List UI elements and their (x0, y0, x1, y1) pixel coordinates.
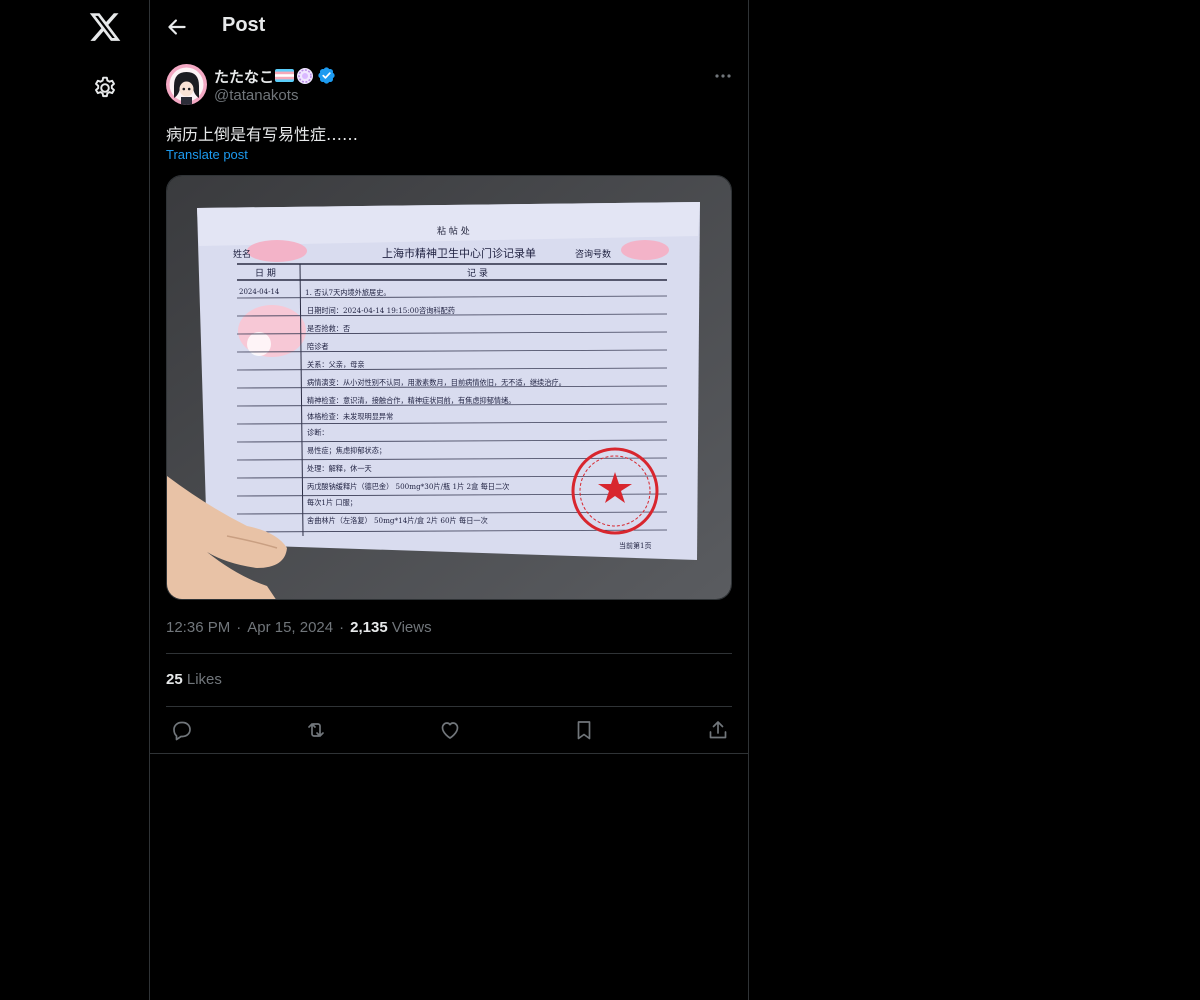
post-timestamp-row: 12:36 PM · Apr 15, 2024 · 2,135 Views (166, 619, 432, 636)
doc-line: 日期时间：2024-04-14 19:15:00咨询科配药 (307, 306, 455, 315)
avatar[interactable] (166, 64, 207, 105)
x-logo-icon[interactable] (88, 10, 122, 44)
doc-stamp-text: 粘 帖 处 (437, 225, 470, 237)
like-heart-icon[interactable] (438, 718, 462, 742)
doc-line: 每次1片 口服； (307, 498, 357, 507)
doc-line: 丙戊酸钠缓释片（德巴金） 500mg*30片/瓶 1片 2盒 每日二次 (307, 482, 509, 491)
author-display-name[interactable]: たたなこ (214, 66, 274, 87)
doc-name-label: 姓名 (233, 248, 251, 260)
likes-label: Likes (186, 671, 222, 688)
settings-gear-icon[interactable] (92, 75, 118, 101)
doc-line: 处理：解释，休一天 (307, 464, 372, 473)
doc-col-date: 日 期 (255, 268, 276, 279)
doc-consult-label: 咨询号数 (575, 248, 611, 260)
left-navigation (0, 0, 149, 1000)
views-label: Views (391, 619, 432, 636)
doc-date-cell: 2024-04-14 (239, 288, 280, 296)
divider (166, 653, 732, 654)
views-count: 2,135 (350, 619, 388, 636)
repost-icon[interactable] (304, 718, 328, 742)
page-title: Post (222, 14, 266, 36)
author-handle[interactable]: @tatanakots (214, 87, 298, 104)
more-options-icon[interactable] (710, 66, 736, 86)
trans-flag-emoji (275, 69, 294, 82)
doc-title: 上海市精神卫生中心门诊记录单 (382, 246, 536, 260)
doc-line: 关系：父亲，母亲 (307, 360, 365, 369)
doc-line: 诊断： (307, 428, 329, 437)
flower-badge-icon (296, 67, 314, 85)
back-arrow-icon[interactable] (164, 14, 190, 40)
post-header: Post (150, 0, 748, 53)
doc-line: 易性症；焦虑抑郁状态； (307, 446, 386, 455)
likes-summary[interactable]: 25 Likes (166, 671, 222, 688)
doc-line: 精神检查：意识清，接触合作，精神症状同前，有焦虑抑郁情绪。 (307, 396, 515, 405)
bookmark-icon[interactable] (572, 718, 596, 742)
post-time[interactable]: 12:36 PM (166, 619, 230, 636)
likes-count: 25 (166, 671, 183, 688)
translate-post-link[interactable]: Translate post (166, 147, 248, 162)
share-icon[interactable] (706, 718, 730, 742)
doc-line: 病情演变：从小对性别不认同，用激素数月，目前病情依旧，无不适，继续治疗。 (307, 378, 566, 387)
verified-badge-icon[interactable] (317, 66, 336, 85)
post-date[interactable]: Apr 15, 2024 (247, 619, 333, 636)
post-media-image[interactable]: 粘 帖 处 上海市精神卫生中心门诊记录单 姓名 咨询号数 日 期 记 录 202… (166, 175, 732, 600)
doc-line: 舍曲林片（左洛复） 50mg*14片/盒 2片 60片 每日一次 (307, 516, 488, 525)
doc-line: 1. 否认7天内境外旅居史。 (305, 288, 391, 297)
post-column: Post たたなこ @tatanakots 病历上倒是有写易性症…… Trans… (149, 0, 749, 1000)
doc-line: 体格检查：未发现明显异常 (307, 412, 393, 421)
doc-line: 是否抢救：否 (307, 324, 350, 333)
doc-page-label: 当前第1页 (619, 541, 651, 550)
doc-col-record: 记 录 (467, 268, 488, 279)
divider (150, 753, 748, 754)
doc-line: 陪诊者 (307, 342, 329, 351)
post-action-bar (150, 712, 748, 748)
divider (166, 706, 732, 707)
post-text: 病历上倒是有写易性症…… (166, 125, 359, 144)
reply-icon[interactable] (170, 718, 194, 742)
